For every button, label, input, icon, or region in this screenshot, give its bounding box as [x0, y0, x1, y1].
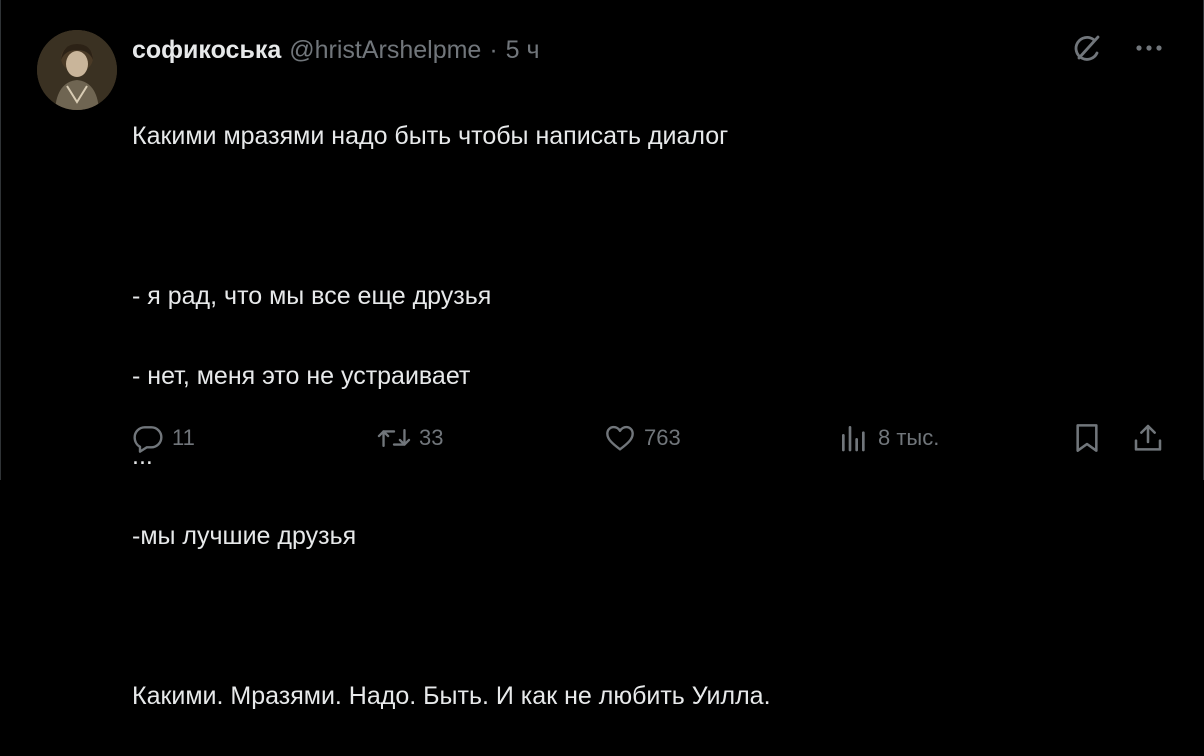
tweet-top-actions: [1069, 30, 1167, 66]
repost-button[interactable]: 33: [377, 418, 443, 458]
heart-icon: [604, 422, 636, 454]
tweet-text: Какими мразями надо быть чтобы написать …: [132, 76, 1132, 756]
tweet-text-line: - я рад, что мы все еще друзья: [132, 282, 492, 310]
repost-count: 33: [419, 425, 444, 450]
more-icon[interactable]: [1131, 30, 1167, 66]
like-count: 763: [644, 425, 681, 450]
tweet-card: софикоська @hristArshelpme · 5 ч Какими …: [0, 0, 1204, 710]
views-button[interactable]: 8 тыс.: [838, 418, 939, 458]
grok-icon[interactable]: [1069, 30, 1105, 66]
author-display-name[interactable]: софикоська: [132, 36, 281, 65]
avatar-image: [37, 30, 117, 110]
tweet-timestamp[interactable]: 5 ч: [506, 36, 540, 65]
separator-dot: ·: [489, 35, 498, 64]
like-button[interactable]: 763: [604, 418, 681, 458]
reply-icon: [132, 422, 164, 454]
views-count: 8 тыс.: [878, 425, 940, 450]
tweet-text-line: [132, 196, 1132, 236]
tweet-text-line: [132, 596, 1132, 636]
author-handle[interactable]: @hristArshelpme: [289, 36, 481, 65]
reply-count: 11: [172, 425, 195, 450]
tweet-text-line: - нет, меня это не устраивает: [132, 362, 471, 390]
tweet-text-line: Какими. Мразями. Надо. Быть. И как не лю…: [132, 682, 771, 710]
bookmark-button[interactable]: [1072, 418, 1102, 458]
bookmark-icon: [1072, 422, 1102, 454]
avatar[interactable]: [37, 30, 117, 110]
reply-button[interactable]: 11: [132, 418, 195, 458]
share-icon: [1132, 422, 1164, 454]
tweet-text-line: -мы лучшие друзья: [132, 522, 357, 550]
views-icon: [838, 422, 870, 454]
tweet-actions-bar: 11 33 763 8 тыс.: [132, 418, 1168, 458]
tweet-text-line: Какими мразями надо быть чтобы написать …: [132, 122, 729, 150]
tweet-header: софикоська @hristArshelpme · 5 ч: [132, 34, 540, 66]
repost-icon: [377, 422, 411, 454]
share-button[interactable]: [1132, 418, 1164, 458]
